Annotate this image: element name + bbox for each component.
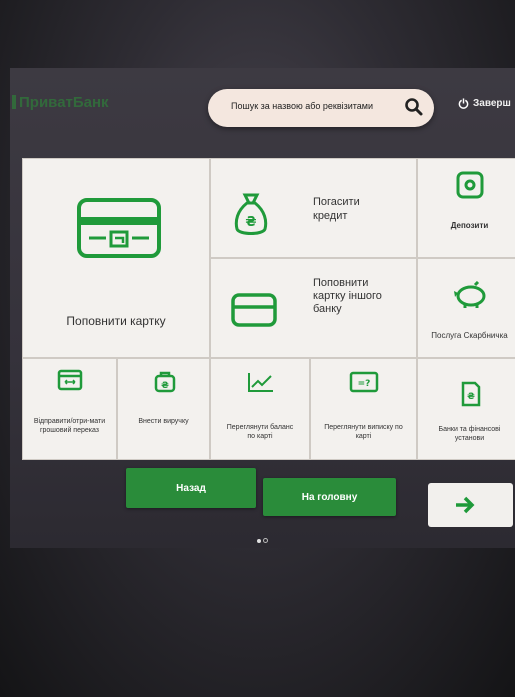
search-input[interactable]: Пошук за назвою або реквізитами <box>208 89 434 127</box>
tile-piggy-label: Послуга Скарбничка <box>431 331 508 340</box>
tile-deposits-label: Депозити <box>450 221 489 230</box>
logo-text: ПриватБанк <box>19 94 109 111</box>
tile-transfer[interactable]: Відправити/отри-мати грошовий переказ <box>22 358 117 460</box>
services-grid: Поповнити картку ₴ Погасити кредит Депоз… <box>22 158 515 460</box>
safe-icon <box>456 171 484 199</box>
tile-repay-credit-label: Погасити кредит <box>313 196 360 222</box>
exit-label: Заверш <box>473 98 511 109</box>
page-indicator <box>257 528 270 547</box>
tile-deposits[interactable]: Депозити <box>417 158 515 258</box>
document-icon: ₴ <box>461 381 481 407</box>
atm-screen: ПриватБанк Пошук за назвою або реквізита… <box>10 68 515 548</box>
svg-text:₴: ₴ <box>161 381 169 391</box>
line-chart-icon <box>248 373 273 392</box>
svg-text:₴: ₴ <box>467 392 475 402</box>
tile-banks[interactable]: ₴ Банки та фінансові установи <box>417 358 515 460</box>
bank-logo: ПриватБанк <box>12 94 109 111</box>
search-placeholder: Пошук за назвою або реквізитами <box>231 101 373 111</box>
tile-topup-card[interactable]: Поповнити картку <box>22 158 210 358</box>
svg-text:=?: =? <box>358 379 371 389</box>
tile-topup-other-bank-label: Поповнити картку іншого банку <box>313 277 382 315</box>
tile-topup-other-bank[interactable]: Поповнити картку іншого банку <box>210 258 417 358</box>
tile-balance[interactable]: Переглянути баланс по карті <box>210 358 310 460</box>
cash-bag-icon: ₴ <box>154 371 176 393</box>
money-bag-icon: ₴ <box>234 193 268 235</box>
back-button[interactable]: Назад <box>126 468 256 508</box>
statement-icon: =? <box>349 371 379 393</box>
tile-repay-credit[interactable]: ₴ Погасити кредит <box>210 158 417 258</box>
arrow-right-icon <box>456 496 475 514</box>
credit-card-icon <box>231 293 277 327</box>
transfer-icon <box>57 369 83 391</box>
home-button[interactable]: На головну <box>263 478 396 516</box>
tile-topup-card-label: Поповнити картку <box>66 314 166 328</box>
card-topup-icon <box>77 198 161 258</box>
piggy-bank-icon <box>454 281 486 308</box>
tile-statement-label: Переглянути виписку по карті <box>324 424 403 440</box>
power-icon <box>458 98 469 109</box>
tile-transfer-label: Відправити/отри-мати грошовий переказ <box>33 418 106 434</box>
tile-revenue-label: Внести виручку <box>138 418 189 425</box>
page-dot <box>263 538 268 543</box>
search-icon <box>405 98 423 116</box>
svg-text:₴: ₴ <box>245 215 256 230</box>
tile-banks-label: Банки та фінансові установи <box>438 426 501 442</box>
next-button[interactable] <box>428 483 513 527</box>
tile-balance-label: Переглянути баланс по карті <box>226 424 294 440</box>
tile-revenue[interactable]: ₴ Внести виручку <box>117 358 210 460</box>
logo-mark <box>12 95 16 109</box>
tile-statement[interactable]: =? Переглянути виписку по карті <box>310 358 417 460</box>
exit-button[interactable]: Заверш <box>458 98 511 109</box>
tile-piggy[interactable]: Послуга Скарбничка <box>417 258 515 358</box>
page-dot-active <box>257 539 261 543</box>
